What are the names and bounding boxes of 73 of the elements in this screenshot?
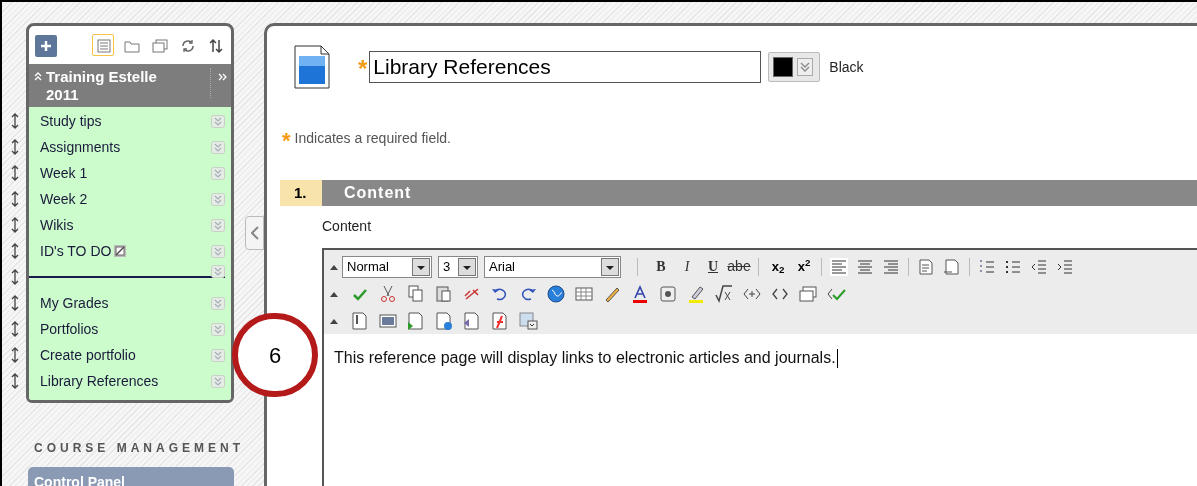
superscript-button[interactable]: x$^{2}$ bbox=[791, 255, 817, 278]
field-label: Content bbox=[322, 217, 373, 236]
text-cursor bbox=[836, 348, 838, 368]
dropdown-icon bbox=[797, 58, 814, 76]
menu-link[interactable]: Assignments bbox=[40, 136, 121, 158]
section-header: Content bbox=[322, 180, 1197, 206]
menu-link[interactable]: Week 2 bbox=[40, 188, 88, 210]
italic-button[interactable]: I bbox=[674, 255, 700, 278]
clipboard-icon[interactable] bbox=[434, 284, 454, 304]
underline-button[interactable]: U bbox=[700, 255, 726, 278]
step-number: 1. bbox=[280, 180, 322, 206]
toolbar-toggle-icon[interactable] bbox=[330, 318, 338, 325]
flash-icon[interactable] bbox=[490, 311, 510, 332]
drag-handle-icon[interactable] bbox=[10, 165, 20, 181]
align-left-icon[interactable] bbox=[830, 257, 848, 276]
menu-link[interactable]: Library References bbox=[40, 370, 159, 392]
indent-icon[interactable] bbox=[1056, 257, 1074, 276]
subscript-button[interactable]: x$_{2}$ bbox=[765, 255, 791, 278]
font-size-select[interactable]: 3 bbox=[438, 255, 478, 278]
copy-icon[interactable] bbox=[406, 284, 426, 304]
drag-handle-icon[interactable] bbox=[10, 217, 20, 233]
drag-handle-icon[interactable] bbox=[10, 191, 20, 207]
windows-icon[interactable] bbox=[798, 284, 818, 304]
required-asterisk: * bbox=[358, 59, 368, 79]
bold-button[interactable]: B bbox=[648, 255, 674, 278]
menu-link[interactable]: Wikis bbox=[40, 214, 74, 236]
chevron-left-icon bbox=[250, 226, 259, 240]
drag-handle-icon[interactable] bbox=[10, 373, 20, 389]
menu-link[interactable]: Week 1 bbox=[40, 162, 88, 184]
table-icon[interactable] bbox=[574, 284, 594, 304]
document-icon[interactable] bbox=[943, 257, 961, 276]
document-icon bbox=[294, 45, 330, 89]
drag-handle-icon[interactable] bbox=[10, 113, 20, 129]
drag-handle-icon[interactable] bbox=[10, 269, 20, 285]
text-color-icon[interactable] bbox=[630, 284, 650, 304]
drag-handle-icon[interactable] bbox=[10, 295, 20, 311]
strike-button[interactable]: abe bbox=[726, 255, 752, 278]
drag-handle-icon[interactable] bbox=[10, 321, 20, 337]
toolbar-toggle-icon[interactable] bbox=[330, 263, 338, 270]
section-heading: COURSE MANAGEMENT bbox=[34, 440, 244, 457]
scissors-icon[interactable] bbox=[378, 284, 398, 304]
drag-handle-icon[interactable] bbox=[10, 347, 20, 363]
highlighter-icon[interactable] bbox=[686, 284, 706, 304]
menu-link[interactable]: Study tips bbox=[40, 110, 102, 132]
menu-link[interactable]: Portfolios bbox=[40, 318, 99, 340]
align-right-icon[interactable] bbox=[882, 257, 900, 276]
title-field[interactable]: Library References bbox=[369, 51, 762, 83]
chevron-icon[interactable] bbox=[211, 265, 225, 278]
expand-icon[interactable] bbox=[217, 72, 227, 82]
square-root-icon[interactable] bbox=[714, 284, 734, 304]
format-select[interactable]: Normal bbox=[342, 255, 432, 278]
drag-handle-icon[interactable] bbox=[10, 139, 20, 155]
add-button[interactable] bbox=[34, 34, 56, 56]
menu-link[interactable]: ID's TO DO bbox=[40, 240, 112, 262]
document-icon[interactable] bbox=[917, 257, 935, 276]
required-asterisk: * bbox=[282, 133, 291, 149]
required-note: Indicates a required field. bbox=[294, 128, 451, 148]
font-select[interactable]: Arial bbox=[484, 255, 621, 278]
collapse-icon[interactable] bbox=[33, 71, 43, 81]
outdent-icon[interactable] bbox=[1030, 257, 1048, 276]
course-title[interactable]: Training Estelle 2011 bbox=[46, 68, 171, 104]
numbered-list-icon[interactable] bbox=[978, 257, 996, 276]
color-name: Black bbox=[829, 57, 864, 77]
collapse-tab[interactable] bbox=[245, 216, 264, 250]
editor-text[interactable]: This reference page will display links to electronic articles and journals. bbox=[334, 346, 836, 370]
drag-handle-icon[interactable] bbox=[10, 243, 20, 259]
color-picker-button[interactable] bbox=[768, 52, 821, 82]
menu-link[interactable]: My Grades bbox=[40, 292, 109, 314]
menu-link[interactable]: Create portfolio bbox=[40, 344, 136, 366]
video-icon[interactable] bbox=[406, 311, 426, 332]
media-file-icon[interactable] bbox=[462, 311, 482, 332]
toolbar-toggle-icon[interactable] bbox=[330, 291, 338, 297]
align-center-icon[interactable] bbox=[856, 257, 874, 276]
